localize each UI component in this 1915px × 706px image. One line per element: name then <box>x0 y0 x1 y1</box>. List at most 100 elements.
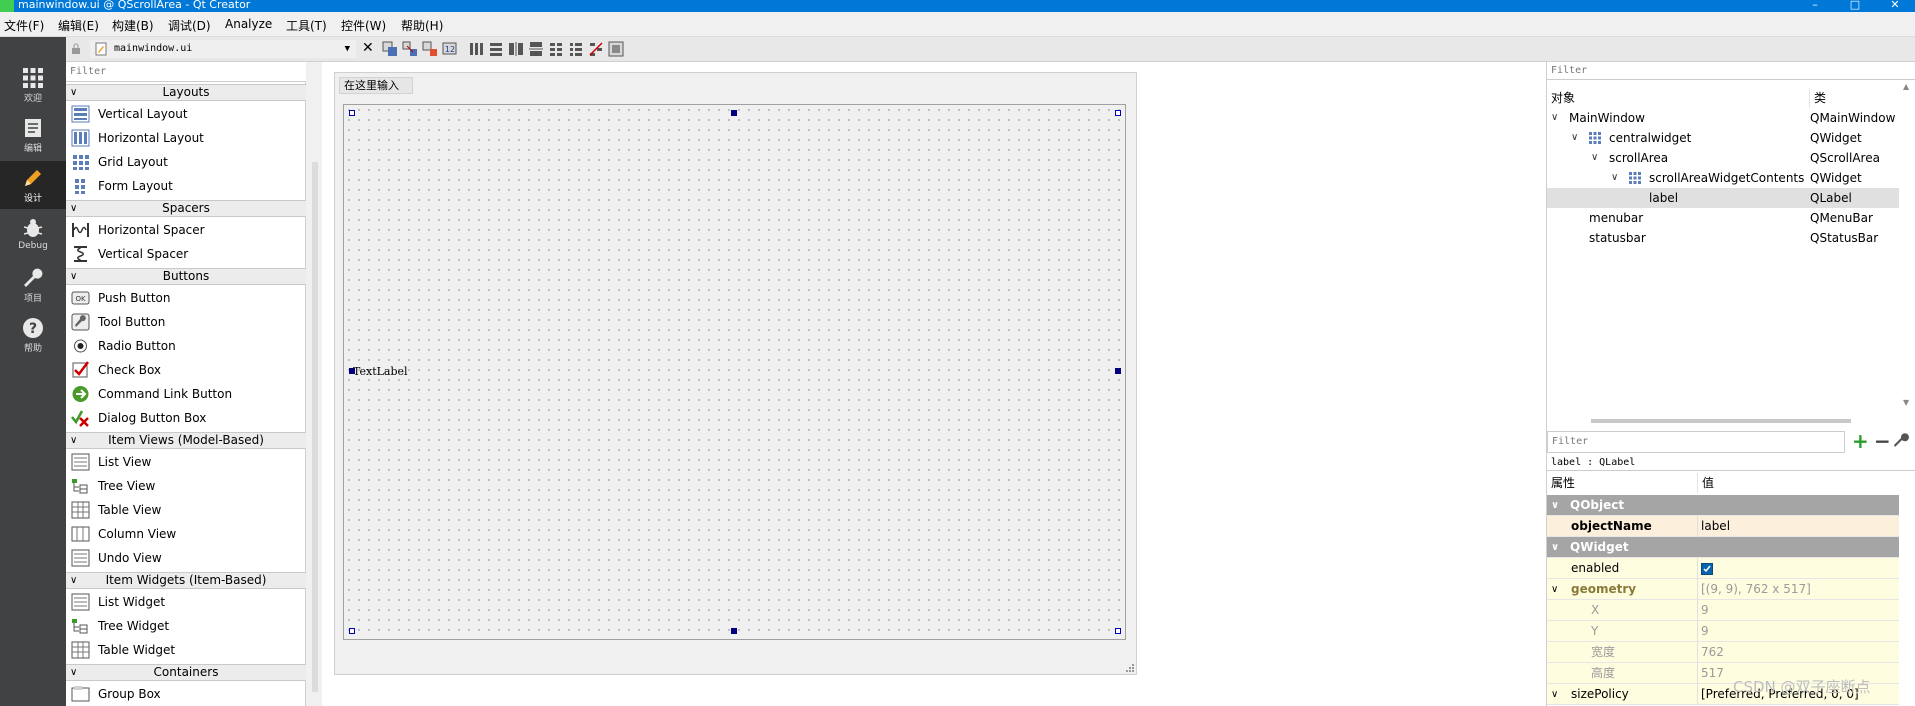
property-row-y[interactable]: Y 9 <box>1547 621 1899 642</box>
category-item-widgets[interactable]: ∨ Item Widgets (Item-Based) <box>66 572 306 589</box>
property-value[interactable]: 517 <box>1701 663 1724 684</box>
widget-horizontal-layout[interactable]: Horizontal Layout <box>66 126 306 150</box>
widget-command-link-button[interactable]: Command Link Button <box>66 382 306 406</box>
mode-design[interactable]: 设计 <box>0 161 66 209</box>
menu-edit[interactable]: 编辑(E) <box>58 17 99 34</box>
menu-help[interactable]: 帮助(H) <box>401 17 443 34</box>
menu-controls[interactable]: 控件(W) <box>341 17 386 34</box>
column-header-property[interactable]: 属性 <box>1547 473 1697 493</box>
close-window-button[interactable]: ✕ <box>1875 0 1915 12</box>
widget-table-view[interactable]: Table View <box>66 498 306 522</box>
selection-handle[interactable] <box>1115 368 1121 374</box>
category-item-views[interactable]: ∨ Item Views (Model-Based) <box>66 432 306 449</box>
property-filter-input[interactable]: Filter <box>1547 431 1845 453</box>
column-header-object[interactable]: 对象 <box>1547 88 1809 108</box>
layout-splitter-v-icon[interactable] <box>528 41 544 57</box>
selection-handle[interactable] <box>1115 628 1121 634</box>
property-row-geometry[interactable]: ∨ geometry [(9, 9), 762 x 517] <box>1547 579 1899 600</box>
menu-analyze[interactable]: Analyze <box>225 17 272 31</box>
layout-vertical-icon[interactable] <box>488 41 504 57</box>
tree-row-scrollarea[interactable]: ∨ scrollArea QScrollArea <box>1547 148 1899 168</box>
widget-tool-button[interactable]: Tool Button <box>66 310 306 334</box>
selection-handle[interactable] <box>349 628 355 634</box>
object-inspector-scrollbar[interactable]: ▲ ▼ <box>1900 82 1914 412</box>
adjust-size-icon[interactable] <box>608 41 624 57</box>
layout-horizontal-icon[interactable] <box>468 41 484 57</box>
property-row-enabled[interactable]: enabled <box>1547 558 1899 579</box>
selection-handle[interactable] <box>731 110 737 116</box>
category-containers[interactable]: ∨ Containers <box>66 664 306 681</box>
widget-undo-view[interactable]: Undo View <box>66 546 306 570</box>
widget-vertical-layout[interactable]: Vertical Layout <box>66 102 306 126</box>
property-value[interactable]: [(9, 9), 762 x 517] <box>1701 579 1811 600</box>
widget-radio-button[interactable]: Radio Button <box>66 334 306 358</box>
object-inspector-hscrollbar[interactable] <box>1591 419 1851 423</box>
mode-welcome[interactable]: 欢迎 <box>0 61 66 109</box>
widget-tree-view[interactable]: Tree View <box>66 474 306 498</box>
property-row-objectname[interactable]: objectName label <box>1547 516 1899 537</box>
widget-form-layout[interactable]: Form Layout <box>66 174 306 198</box>
widget-group-box[interactable]: Group Box <box>66 682 306 706</box>
enabled-checkbox[interactable] <box>1701 563 1713 575</box>
widget-check-box[interactable]: Check Box <box>66 358 306 382</box>
scroll-area[interactable]: TextLabel <box>343 104 1126 640</box>
tree-row-label[interactable]: label QLabel <box>1547 188 1899 208</box>
menu-build[interactable]: 构建(B) <box>112 17 154 34</box>
menu-file[interactable]: 文件(F) <box>4 17 44 34</box>
widget-table-widget[interactable]: Table Widget <box>66 638 306 662</box>
widget-list-view[interactable]: List View <box>66 450 306 474</box>
property-value[interactable]: 762 <box>1701 642 1724 663</box>
column-header-class[interactable]: 类 <box>1809 88 1899 108</box>
property-value[interactable]: 9 <box>1701 621 1709 642</box>
widget-filter-input[interactable]: Filter <box>66 62 306 82</box>
selection-handle[interactable] <box>1115 110 1121 116</box>
scroll-down-icon[interactable]: ▼ <box>1903 398 1909 407</box>
object-filter-input[interactable]: Filter <box>1547 62 1915 80</box>
widget-push-button[interactable]: OK Push Button <box>66 286 306 310</box>
mode-help[interactable]: ? 帮助 <box>0 311 66 359</box>
widget-horizontal-spacer[interactable]: Horizontal Spacer <box>66 218 306 242</box>
property-value[interactable]: 9 <box>1701 600 1709 621</box>
tree-row-statusbar[interactable]: statusbar QStatusBar <box>1547 228 1899 248</box>
layout-splitter-h-icon[interactable] <box>508 41 524 57</box>
category-spacers[interactable]: ∨ Spacers <box>66 200 306 217</box>
property-row-width[interactable]: 宽度 762 <box>1547 642 1899 663</box>
selection-handle[interactable] <box>349 110 355 116</box>
menu-debug[interactable]: 调试(D) <box>168 17 211 34</box>
layout-form-icon[interactable] <box>568 41 584 57</box>
layout-grid-icon[interactable] <box>548 41 564 57</box>
property-group-qobject[interactable]: ∨ QObject <box>1547 495 1899 516</box>
tree-row-centralwidget[interactable]: ∨ centralwidget QWidget <box>1547 128 1899 148</box>
form-main-window[interactable]: 在这里输入 TextLabel <box>334 72 1137 675</box>
widget-vertical-spacer[interactable]: Vertical Spacer <box>66 242 306 266</box>
widget-list-widget[interactable]: List Widget <box>66 590 306 614</box>
tree-row-mainwindow[interactable]: ∨ MainWindow QMainWindow <box>1547 108 1899 128</box>
widget-column-view[interactable]: Column View <box>66 522 306 546</box>
add-dynamic-property-icon[interactable]: + <box>1852 431 1869 451</box>
lock-icon[interactable] <box>70 43 82 55</box>
edit-tab-order-icon[interactable]: 12 <box>442 41 458 57</box>
wrench-icon[interactable] <box>1893 433 1909 449</box>
minimize-button[interactable]: – <box>1795 0 1835 12</box>
remove-dynamic-property-icon[interactable]: − <box>1874 431 1891 451</box>
mode-edit[interactable]: 编辑 <box>0 111 66 159</box>
tree-row-menubar[interactable]: menubar QMenuBar <box>1547 208 1899 228</box>
edit-signals-icon[interactable] <box>402 41 418 57</box>
menu-type-here[interactable]: 在这里输入 <box>339 77 413 94</box>
widget-tree-widget[interactable]: Tree Widget <box>66 614 306 638</box>
selection-handle[interactable] <box>731 628 737 634</box>
property-group-qwidget[interactable]: ∨ QWidget <box>1547 537 1899 558</box>
menu-tools[interactable]: 工具(T) <box>286 17 327 34</box>
edit-widgets-icon[interactable] <box>382 41 398 57</box>
category-layouts[interactable]: ∨ Layouts <box>66 84 306 101</box>
property-value[interactable]: label <box>1701 516 1730 537</box>
column-header-value[interactable]: 值 <box>1697 473 1899 493</box>
break-layout-icon[interactable] <box>588 41 604 57</box>
scroll-up-icon[interactable]: ▲ <box>1903 82 1909 91</box>
widget-box-scrollbar[interactable] <box>312 162 318 692</box>
mode-projects[interactable]: 项目 <box>0 261 66 309</box>
close-document-icon[interactable]: ✕ <box>362 40 374 56</box>
widget-dialog-button-box[interactable]: Dialog Button Box <box>66 406 306 430</box>
category-buttons[interactable]: ∨ Buttons <box>66 268 306 285</box>
property-row-x[interactable]: X 9 <box>1547 600 1899 621</box>
